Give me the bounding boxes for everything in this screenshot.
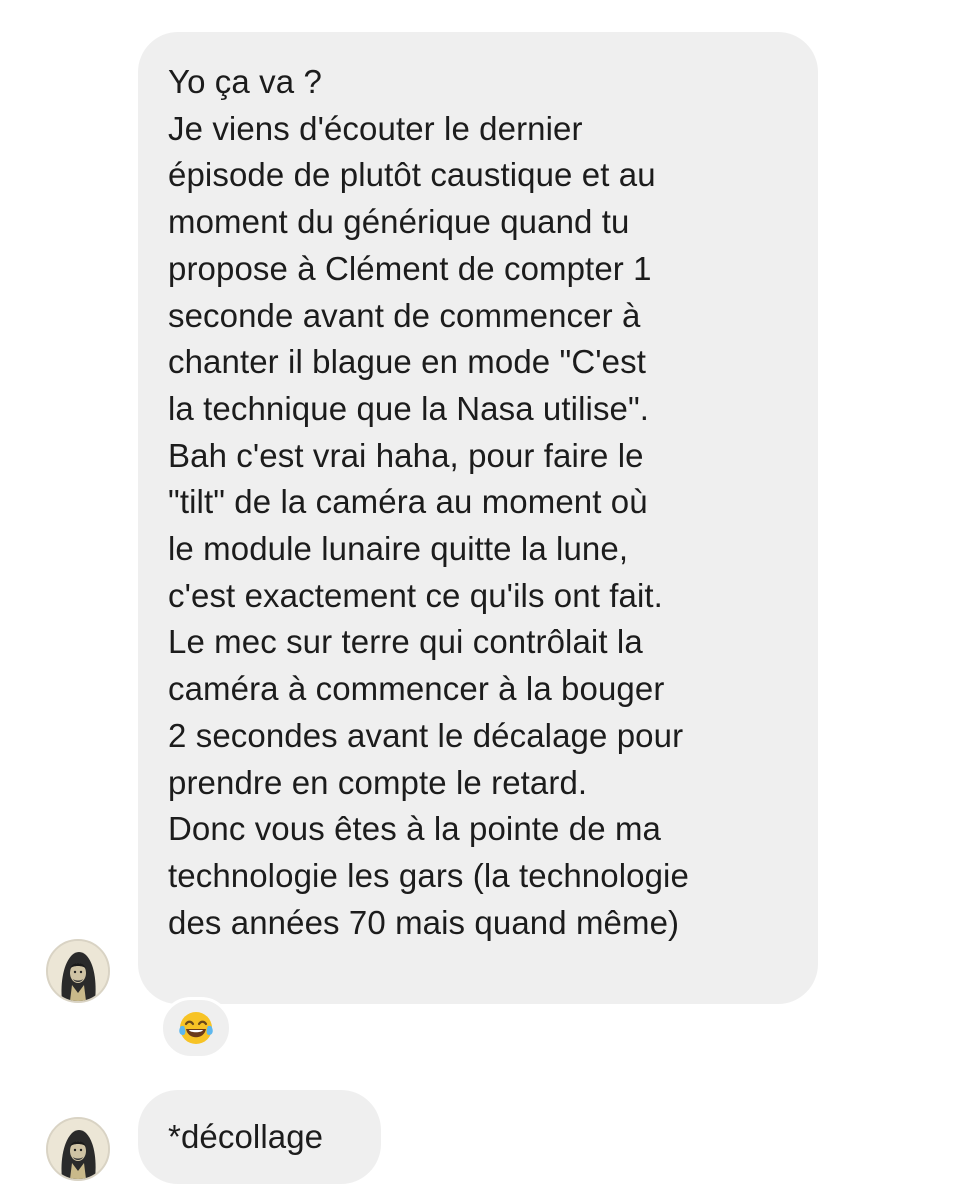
message-line: moment du générique quand tu bbox=[168, 203, 630, 241]
hooded-figure-avatar-icon bbox=[48, 1119, 108, 1179]
face-with-tears-of-joy-icon bbox=[179, 1012, 213, 1044]
message-line: des années 70 mais quand même) bbox=[168, 903, 680, 941]
message-line: propose à Clément de compter 1 bbox=[168, 249, 652, 287]
message-line: 2 secondes avant le décalage pour bbox=[168, 716, 684, 754]
message-line: la technique que la Nasa utilise". bbox=[168, 389, 650, 427]
message-line: caméra à commencer à la bouger bbox=[168, 670, 665, 708]
message-line: Je viens d'écouter le dernier bbox=[168, 109, 583, 147]
sender-avatar[interactable] bbox=[46, 1117, 110, 1181]
message-line: Donc vous êtes à la pointe de ma bbox=[168, 810, 661, 848]
message-line: seconde avant de commencer à bbox=[168, 296, 641, 334]
message-line: Yo ça va ? bbox=[168, 63, 322, 100]
message-line: c'est exactement ce qu'ils ont fait. bbox=[168, 576, 663, 614]
message-line: Le mec sur terre qui contrôlait la bbox=[168, 623, 643, 661]
message-bubble[interactable]: *décollage bbox=[138, 1090, 381, 1184]
message-line: épisode de plutôt caustique et au bbox=[168, 156, 656, 194]
message-line: prendre en compte le retard. bbox=[168, 763, 588, 801]
message-line: *décollage bbox=[168, 1118, 324, 1155]
hooded-figure-avatar-icon bbox=[48, 941, 108, 1001]
message-line: le module lunaire quitte la lune, bbox=[168, 530, 629, 568]
message-line: technologie les gars (la technologie bbox=[168, 856, 689, 894]
message-line: "tilt" de la caméra au moment où bbox=[168, 483, 648, 521]
message-line: chanter il blague en mode "C'est bbox=[168, 343, 646, 381]
sender-avatar[interactable] bbox=[46, 939, 110, 1003]
message-reaction[interactable] bbox=[160, 997, 232, 1059]
message-bubble[interactable]: Yo ça va ? Je viens d'écouter le dernier… bbox=[138, 32, 818, 1004]
message-line: Bah c'est vrai haha, pour faire le bbox=[168, 436, 644, 474]
